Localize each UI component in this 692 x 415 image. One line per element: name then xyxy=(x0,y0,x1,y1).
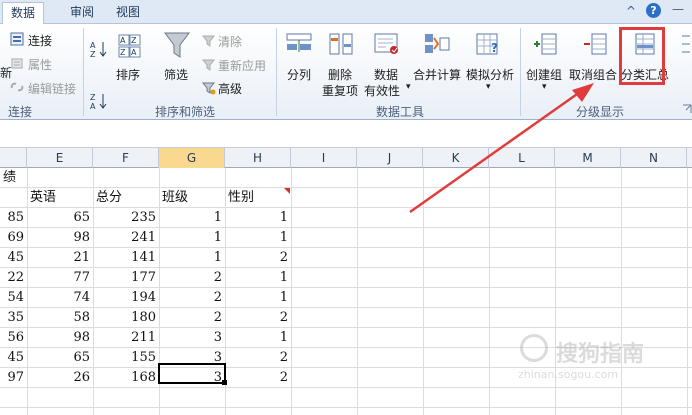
watermark-logo-icon xyxy=(520,334,548,362)
watermark-url: zhinan.sogou.com xyxy=(518,368,619,381)
watermark: 搜狗指南 zhinan.sogou.com xyxy=(516,330,676,381)
watermark-text: 搜狗指南 xyxy=(556,342,645,367)
